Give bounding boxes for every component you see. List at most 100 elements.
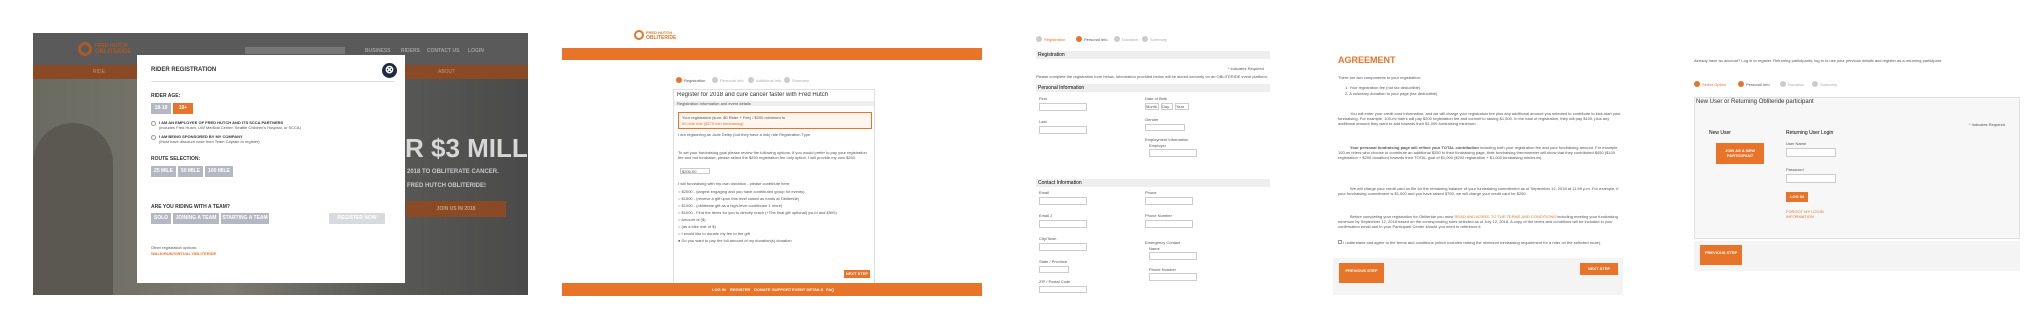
age-option-19plus[interactable]: 19+ [173,103,193,114]
modal-title: RIDER REGISTRATION [151,67,217,73]
close-icon[interactable]: ⊗ [382,63,397,78]
previous-step-button[interactable]: PREVIOUS STEP [1700,245,1742,265]
nav-contact[interactable]: CONTACT US [427,48,459,54]
password-label: Password [1786,167,1804,172]
route-25-button[interactable]: 25 MILE [151,166,176,177]
team-join-button[interactable]: JOINING A TEAM [173,213,219,224]
donation-radio-7[interactable]: ○ I would like to donate my fee to the g… [678,231,750,236]
phone-input[interactable] [1145,197,1193,205]
zip-input[interactable] [1039,286,1087,293]
form-card: Register for 2018 and cure cancer faster… [673,89,875,287]
agreement-title: AGREEMENT [1338,55,1396,65]
register-now-button[interactable]: REGISTER NOW [329,213,385,224]
forgot-login-link[interactable]: FORGOT MY LOGIN INFORMATION [1786,209,1831,219]
join-button[interactable]: JOIN US IN 2018 [406,201,506,217]
previous-step-button[interactable]: PREVIOUS STEP [1339,263,1384,283]
step-1-dot [1694,81,1700,87]
donation-radio-4[interactable]: ○ $1000 - Find the items for you to dire… [678,210,872,215]
step-3-label: Donation [1788,82,1805,87]
email-input[interactable] [1039,197,1087,205]
password-input[interactable] [1786,174,1836,183]
join-new-participant-button[interactable]: JOIN AS A NEW PARTICIPANT [1716,143,1764,164]
panel-registration-modal: FRED HUTCH OBLITERIDE BUSINESS RIDERS CO… [33,33,528,295]
last-name-label: Last [1039,119,1047,124]
terms-checkbox[interactable] [1338,240,1342,244]
nav-business[interactable]: BUSINESS [365,48,391,54]
donation-radio-8[interactable]: ● Do you want to pay the full amount of … [678,238,872,243]
step-4-dot [1142,36,1148,42]
step-4-dot [1812,81,1818,87]
email2-input[interactable] [1039,220,1087,228]
footer-support[interactable]: SUPPORT [772,287,791,292]
footer-faq[interactable]: FAQ [826,287,834,292]
step-2-dot [1738,81,1744,87]
step-3-dot [1114,36,1120,42]
first-name-input[interactable] [1039,103,1087,111]
employer-input[interactable] [1149,149,1197,157]
top-instructions: Already have an account? Log in to regis… [1694,58,1943,63]
hero-headline: R $3 MILLION [405,133,528,163]
city-input[interactable] [1039,243,1087,251]
employee-radio[interactable] [151,121,156,126]
footer-event-details[interactable]: EVENT DETAILS [792,287,823,292]
donation-radio-2[interactable]: ○ $1500 - (receive a gift upon this leve… [678,196,799,201]
state-select[interactable] [1039,266,1069,273]
logo-line2: OBLITERIDE [646,35,677,41]
donation-heading: I will fundraising with my own donation … [678,181,791,186]
header-search-input[interactable] [245,47,345,54]
logo[interactable]: FRED HUTCH OBLITERIDE [634,30,704,42]
username-input[interactable] [1786,148,1836,157]
last-name-input[interactable] [1039,126,1087,134]
required-note: * indicates Required [1228,66,1264,71]
dob-month-select[interactable]: Month [1145,103,1159,110]
panel-agreement: AGREEMENT There are two components to yo… [1333,33,1623,295]
step-2-label: Personal Info [1084,37,1108,42]
age-label: RIDER AGE: [151,93,181,99]
registration-summary: Your registration (sum: $0 Rider + Fee) … [682,115,786,120]
next-step-button[interactable]: NEXT STEP [844,270,870,278]
sponsored-radio[interactable] [151,135,156,140]
other-options-link[interactable]: WALK/RUN/VIRTUAL OBLITERIDE [151,251,216,256]
step-2-label: Personal Info [720,78,744,83]
donation-radio-6[interactable]: ○ (as a bike ride of $) [678,224,716,229]
footer-donate[interactable]: DONATE [754,287,771,292]
state-label: State / Province [1039,259,1068,264]
team-start-button[interactable]: STARTING A TEAM [221,213,269,224]
step-1-label: Registration [1044,37,1066,42]
phone-number-input[interactable] [1145,220,1193,228]
step-3-label: Additional Info [756,78,782,83]
donation-radio-5[interactable]: ○ Amount of ($) [678,217,706,222]
nav-riders[interactable]: RIDERS [401,48,420,54]
dob-year-select[interactable]: Year [1175,103,1189,110]
nav-login[interactable]: LOGIN [468,48,484,54]
dob-day-select[interactable]: Day [1161,103,1173,110]
age-option-18-19[interactable]: 18-19 [151,103,171,114]
panel-personal-info: Registration Personal Info Donation Summ… [1033,33,1273,295]
next-step-button[interactable]: NEXT STEP [1580,263,1618,275]
form-title: Register for 2018 and cure cancer faster… [677,92,829,98]
login-button[interactable]: LOG IN [1786,192,1808,202]
form-intro: Please complete the registration form be… [1036,74,1268,79]
subnav-about[interactable]: ABOUT [438,69,455,75]
step-4-label: Summary [1820,82,1838,87]
donation-radio-1[interactable]: ○ $2000 - (largest engaging and you have… [678,189,805,194]
donation-radio-3[interactable]: ○ $1000 - (obliterate gift as a high-lev… [678,203,782,208]
gender-select[interactable] [1145,124,1185,131]
footer-register[interactable]: REGISTER [730,287,750,292]
zip-label: ZIP / Postal Code [1039,279,1071,284]
employer-label: Employer [1149,143,1166,148]
step-1-label: Select Option [1702,82,1727,87]
route-50-button[interactable]: 50 MILE [178,166,203,177]
footer-bar: LOG IN REGISTER DONATE SUPPORT EVENT DET… [562,283,982,296]
subnav-ride[interactable]: RIDE [93,69,105,75]
emergency-name-input[interactable] [1149,252,1197,260]
emergency-phone-input[interactable] [1149,273,1197,281]
step-2-dot [712,77,718,83]
team-solo-button[interactable]: SOLO [151,213,171,224]
route-100-button[interactable]: 100 MILE [205,166,233,177]
step-4-dot [784,77,790,83]
goal-input[interactable]: $200.00 [680,168,710,174]
emergency-name-label: Name [1149,246,1160,251]
city-label: City/Town [1039,236,1057,241]
footer-login[interactable]: LOG IN [712,287,726,292]
